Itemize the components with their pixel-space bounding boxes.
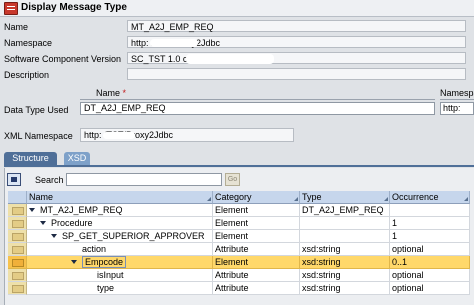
data-type-used-label: Data Type Used [4,105,69,115]
row-selector[interactable] [8,282,27,295]
column-header-name-text: Name [29,192,54,202]
name-cell: MT_A2J_EMP_REQ [27,204,213,217]
table-row[interactable]: Procedure Element 1 [8,217,470,230]
category-cell: Element [213,217,300,230]
tab-structure[interactable]: Structure [4,152,57,165]
expand-triangle-icon[interactable] [51,234,57,238]
search-input[interactable] [66,173,222,186]
type-cell [300,217,390,230]
table-row[interactable]: SP_GET_SUPERIOR_APPROVER Element 1 [8,230,470,243]
type-cell: xsd:string [300,256,390,269]
occurrence-cell: optional [390,269,470,282]
category-cell: Attribute [213,269,300,282]
column-header-occurrence-text: Occurrence [392,192,439,202]
namespace-field: http: /TST/Proxy2Jdbc [127,36,466,48]
software-component-field: SC_TST 1.0 c n [127,52,466,64]
category-cell: Attribute [213,282,300,295]
namespace-header-text: Namespac [440,88,474,98]
column-resize-icon [464,197,468,201]
node-name: Procedure [51,218,93,228]
name-label: Name [4,22,29,32]
window-title: Display Message Type [21,2,127,13]
data-type-name-field[interactable]: DT_A2J_EMP_REQ [80,102,435,115]
expand-triangle-icon[interactable] [40,221,46,225]
node-name: action [82,244,107,254]
expand-triangle-icon[interactable] [71,260,77,264]
redaction-mark [103,132,135,139]
row-selector[interactable] [8,243,27,256]
data-type-namespace-value: http: [443,103,461,113]
type-cell [300,230,390,243]
node-name: Empcode [82,256,127,268]
type-cell: DT_A2J_EMP_REQ [300,204,390,217]
occurrence-cell: 1 [390,217,470,230]
tab-xsd[interactable]: XSD [64,152,90,165]
redaction-mark [150,39,198,47]
occurrence-cell: 1 [390,230,470,243]
row-selector[interactable] [8,204,27,217]
software-component-label: Software Component Version [4,54,122,64]
table-row[interactable]: type Attribute xsd:string optional [8,282,470,295]
occurrence-cell [390,204,470,217]
occurrence-cell: 0..1 [390,256,470,269]
required-mark: * [122,88,127,98]
column-resize-icon [294,197,298,201]
node-name: SP_GET_SUPERIOR_APPROVER [62,231,205,241]
category-cell: Element [213,256,300,269]
type-cell: xsd:string [300,269,390,282]
data-type-namespace-header: Namespac [440,88,474,100]
xml-namespace-field: http: /TST/Proxy2Jdbc [80,128,294,142]
name-header-text: Name [96,88,121,98]
search-label: Search [35,175,64,185]
table-row[interactable]: isInput Attribute xsd:string optional [8,269,470,282]
occurrence-cell: optional [390,282,470,295]
name-cell: action [27,243,213,256]
type-cell: xsd:string [300,243,390,256]
name-cell: Empcode [27,256,213,269]
name-cell: isInput [27,269,213,282]
category-cell: Element [213,204,300,217]
category-cell: Attribute [213,243,300,256]
select-all-icon[interactable] [7,173,21,186]
name-cell: SP_GET_SUPERIOR_APPROVER [27,230,213,243]
data-type-namespace-field[interactable]: http: [440,102,474,115]
category-cell: Element [213,230,300,243]
row-selector[interactable] [8,230,27,243]
name-cell: type [27,282,213,295]
redaction-mark [186,54,274,64]
title-bar: Display Message Type [0,0,474,17]
column-resize-icon [384,197,388,201]
expand-triangle-icon[interactable] [29,208,35,212]
row-selector[interactable] [8,256,27,269]
occurrence-cell: optional [390,243,470,256]
column-header-category[interactable]: Category [213,191,300,204]
column-header-occurrence[interactable]: Occurrence [390,191,470,204]
message-type-icon [4,2,18,15]
description-label: Description [4,70,50,80]
row-selector[interactable] [8,269,27,282]
go-button[interactable]: Go [225,173,240,186]
row-selector[interactable] [8,217,27,230]
column-resize-icon [207,197,211,201]
table-row-selected[interactable]: Empcode Element xsd:string 0..1 [8,256,470,269]
node-name: MT_A2J_EMP_REQ [40,205,123,215]
column-header-category-text: Category [215,192,252,202]
node-name: type [97,283,115,293]
xml-namespace-label: XML Namespace [4,131,73,141]
name-cell: Procedure [27,217,213,230]
select-column-header[interactable] [8,191,27,204]
description-field [127,68,466,80]
redaction-mark [459,106,473,112]
data-type-name-header: Name * [80,88,435,100]
name-field: MT_A2J_EMP_REQ [127,20,466,32]
table-row[interactable]: action Attribute xsd:string optional [8,243,470,256]
type-cell: xsd:string [300,282,390,295]
column-header-type-text: Type [302,192,322,202]
namespace-label: Namespace [4,38,53,48]
table-row[interactable]: MT_A2J_EMP_REQ Element DT_A2J_EMP_REQ [8,204,470,217]
tab-divider [4,165,474,167]
node-name: isInput [97,270,124,280]
column-header-name[interactable]: Name [27,191,213,204]
column-header-type[interactable]: Type [300,191,390,204]
